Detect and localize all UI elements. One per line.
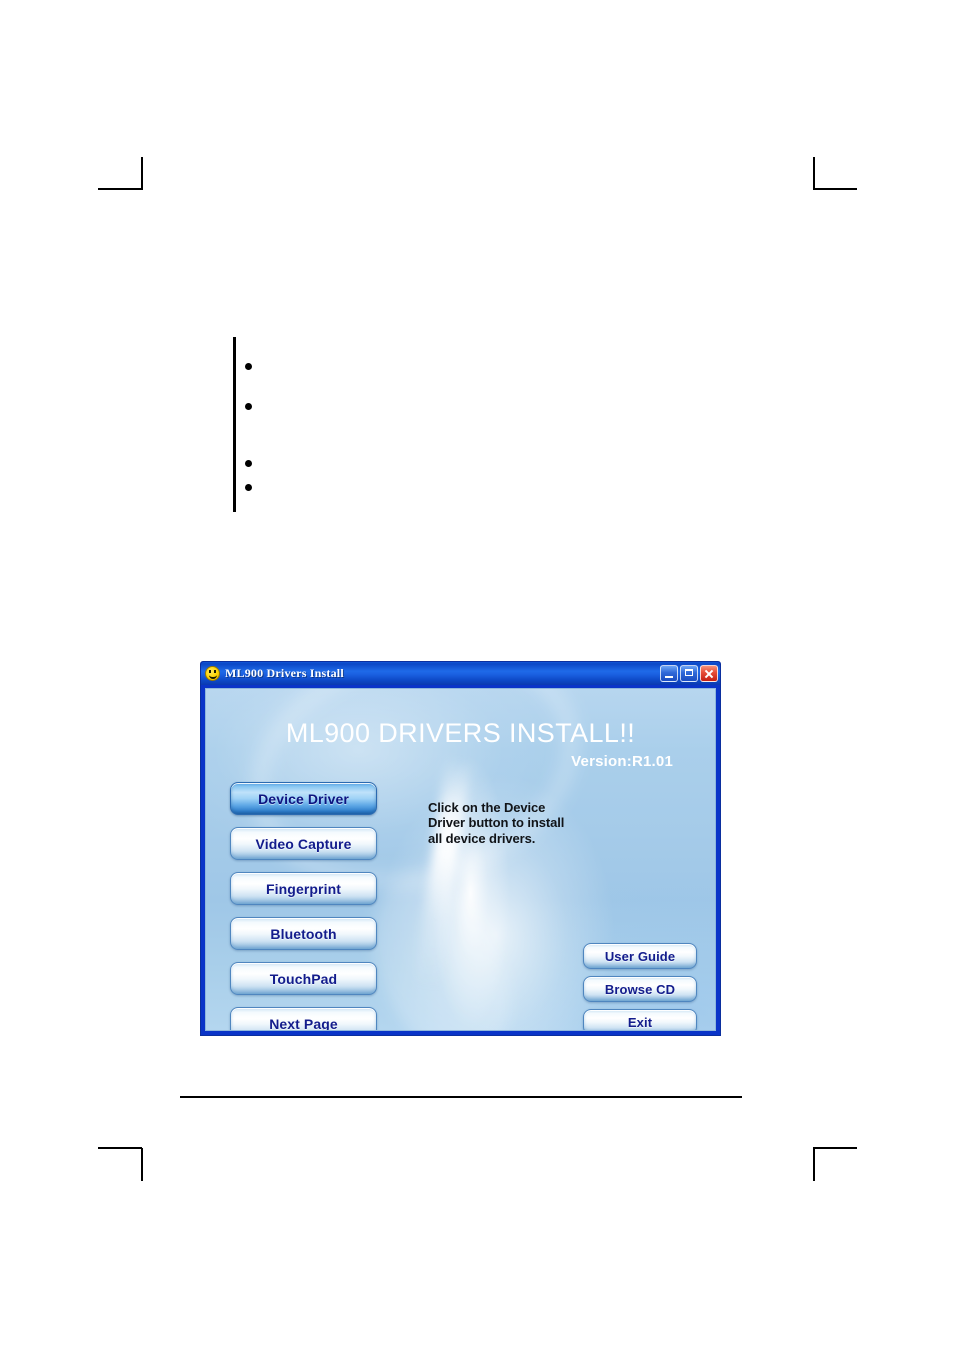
touchpad-button[interactable]: TouchPad bbox=[230, 962, 377, 995]
instruction-text: Click on the Device Driver button to ins… bbox=[428, 800, 565, 846]
crop-mark-top-left-horizontal bbox=[98, 188, 142, 190]
crop-mark-bottom-right-horizontal bbox=[813, 1147, 857, 1149]
background-light-streak bbox=[414, 756, 472, 988]
version-label: Version:R1.01 bbox=[571, 753, 673, 770]
bullet-marker bbox=[245, 403, 252, 410]
bluetooth-button[interactable]: Bluetooth bbox=[230, 917, 377, 950]
browse-cd-button[interactable]: Browse CD bbox=[583, 976, 697, 1002]
minimize-icon bbox=[665, 676, 673, 678]
next-page-button[interactable]: Next Page bbox=[230, 1007, 377, 1030]
bullet-marker bbox=[245, 484, 252, 491]
bullet-marker bbox=[245, 460, 252, 467]
crop-mark-top-right-horizontal bbox=[813, 188, 857, 190]
crop-mark-top-left-vertical bbox=[141, 157, 143, 190]
document-page: ML900 Drivers Install ML900 DRIVERS INST… bbox=[0, 0, 954, 1350]
window-titlebar[interactable]: ML900 Drivers Install bbox=[201, 662, 720, 685]
drivers-install-window: ML900 Drivers Install ML900 DRIVERS INST… bbox=[200, 661, 721, 1036]
video-capture-button[interactable]: Video Capture bbox=[230, 827, 377, 860]
footer-divider bbox=[180, 1096, 742, 1098]
app-heading: ML900 DRIVERS INSTALL!! bbox=[285, 718, 636, 748]
user-guide-button[interactable]: User Guide bbox=[583, 943, 697, 969]
smiley-face-icon bbox=[205, 666, 220, 681]
bullet-marker bbox=[245, 363, 252, 370]
device-driver-button[interactable]: Device Driver bbox=[230, 782, 377, 815]
crop-mark-bottom-right-vertical bbox=[813, 1148, 815, 1181]
bullet-list-rule bbox=[233, 337, 236, 512]
close-button[interactable] bbox=[700, 665, 718, 682]
minimize-button[interactable] bbox=[660, 665, 678, 682]
window-body: ML900 DRIVERS INSTALL!! Version:R1.01 Cl… bbox=[205, 688, 716, 1031]
fingerprint-button[interactable]: Fingerprint bbox=[230, 872, 377, 905]
crop-mark-bottom-left-vertical bbox=[141, 1148, 143, 1181]
crop-mark-bottom-left-horizontal bbox=[98, 1147, 142, 1149]
window-title: ML900 Drivers Install bbox=[225, 666, 344, 680]
bullet-list bbox=[233, 337, 733, 512]
maximize-button[interactable] bbox=[680, 665, 698, 682]
maximize-icon bbox=[685, 669, 693, 676]
crop-mark-top-right-vertical bbox=[813, 157, 815, 190]
window-controls bbox=[660, 665, 718, 682]
exit-button[interactable]: Exit bbox=[583, 1009, 697, 1030]
